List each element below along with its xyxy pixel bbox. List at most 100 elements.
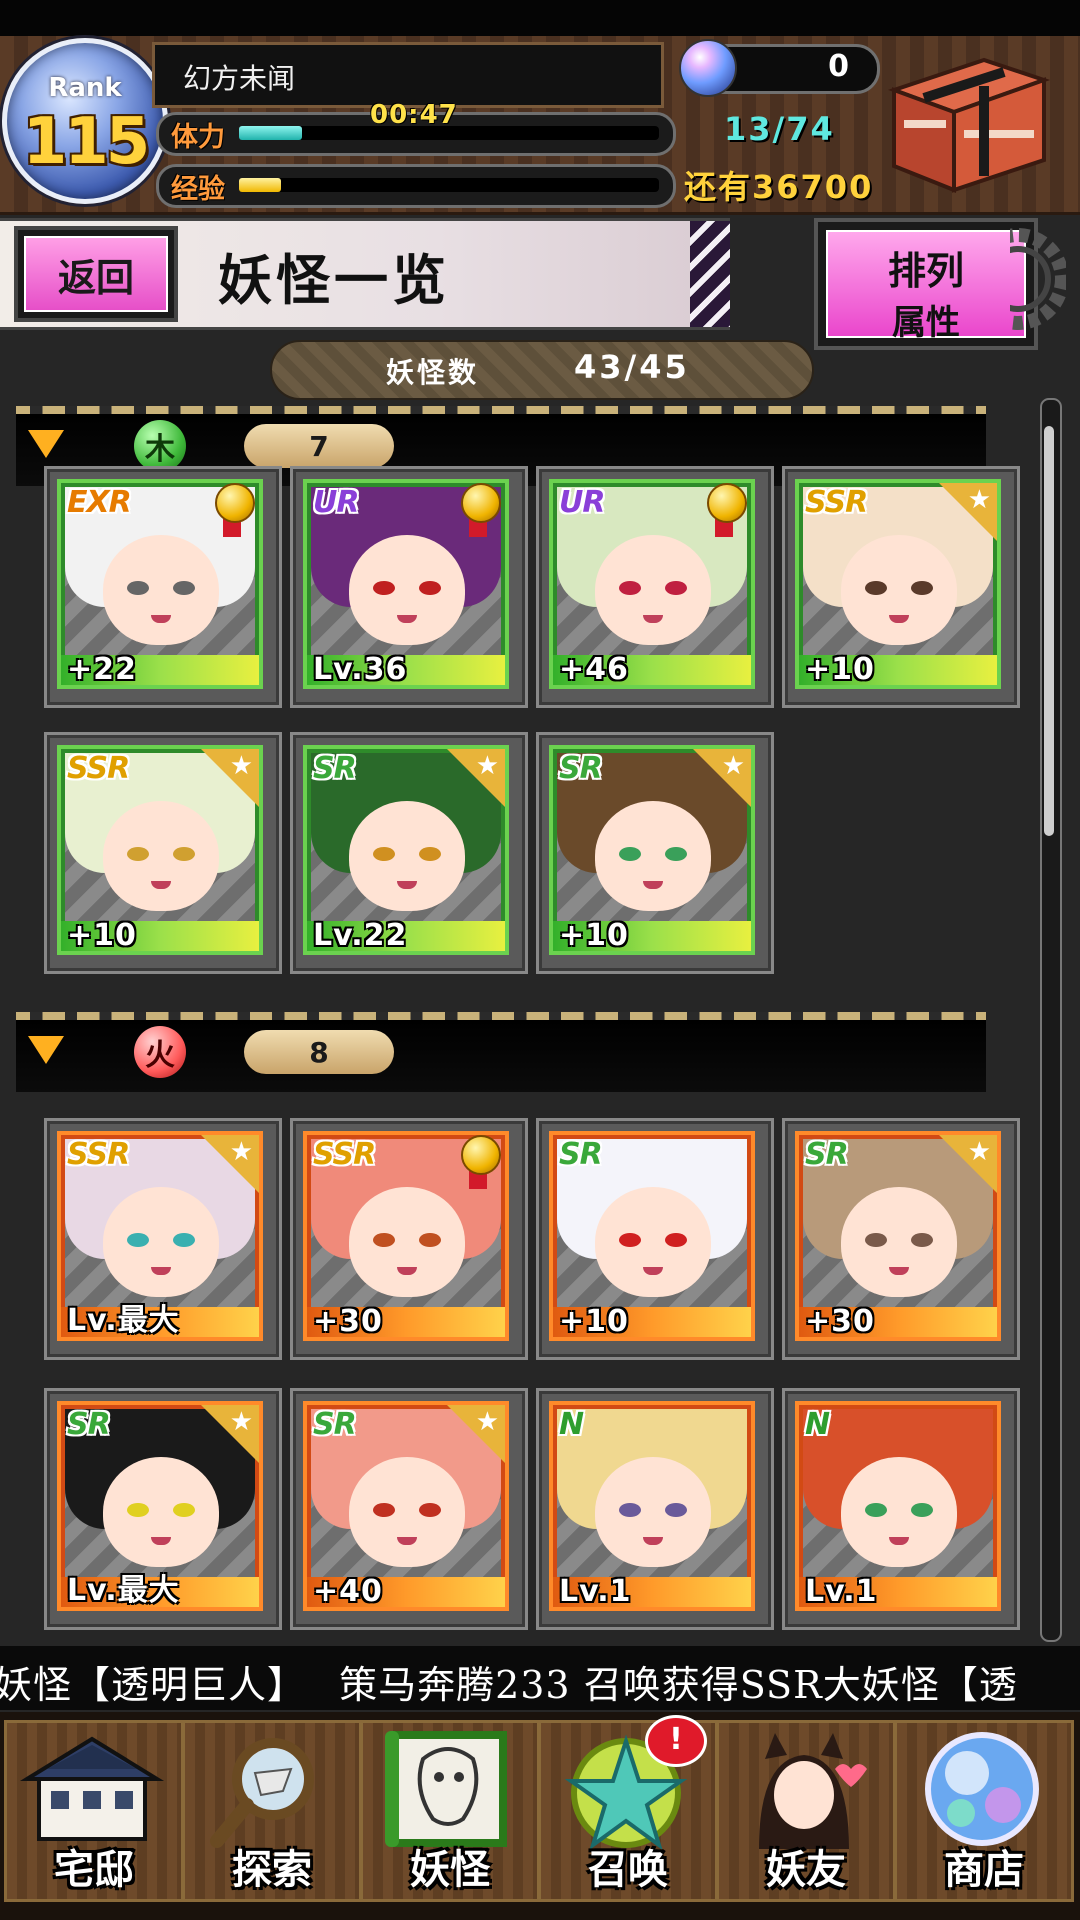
alert-badge: ! bbox=[645, 1715, 707, 1767]
medal-icon bbox=[459, 483, 501, 539]
rank-value: 115 bbox=[22, 105, 151, 179]
card-frame: ★ SSR +10 bbox=[57, 745, 263, 955]
treasure-chest-icon[interactable] bbox=[884, 50, 1054, 196]
orb-counter[interactable]: 0 bbox=[679, 39, 880, 97]
nav-friends[interactable]: 妖友 bbox=[716, 1720, 896, 1902]
monster-portrait bbox=[803, 1409, 993, 1577]
scroll-thumb[interactable] bbox=[1044, 426, 1054, 836]
rarity-label: N bbox=[805, 1407, 830, 1442]
nav-label: 妖怪 bbox=[410, 1846, 490, 1893]
collapse-arrow-icon[interactable] bbox=[28, 430, 64, 458]
rarity-label: SR bbox=[805, 1137, 849, 1172]
card-frame: ★ SSR +10 bbox=[795, 479, 1001, 689]
monster-card[interactable]: N Lv.1 bbox=[782, 1388, 1020, 1630]
group-header[interactable]: 火8 bbox=[16, 1012, 986, 1092]
house-icon bbox=[19, 1736, 165, 1841]
nav-summon[interactable]: ! 召唤 bbox=[538, 1715, 718, 1902]
card-frame: N Lv.1 bbox=[549, 1401, 755, 1611]
rarity-label: SR bbox=[559, 751, 603, 786]
magic-orb-icon bbox=[679, 39, 737, 97]
monster-card[interactable]: EXR +22 bbox=[44, 466, 282, 708]
monster-card[interactable]: SR +10 bbox=[536, 1118, 774, 1360]
rarity-label: SR bbox=[313, 1407, 357, 1442]
exp-bar: 经验 bbox=[156, 164, 676, 208]
group-count-pill: 7 bbox=[244, 424, 394, 468]
group-count: 8 bbox=[309, 1035, 329, 1069]
monster-portrait bbox=[557, 1409, 747, 1577]
collapse-arrow-icon[interactable] bbox=[28, 1036, 64, 1064]
rarity-label: N bbox=[559, 1407, 584, 1442]
card-frame: UR +46 bbox=[549, 479, 755, 689]
card-level: Lv.最大 bbox=[67, 1573, 180, 1608]
group-count: 7 bbox=[309, 429, 329, 463]
sort-label: 排列 bbox=[887, 248, 964, 293]
monster-card[interactable]: SSR +30 bbox=[290, 1118, 528, 1360]
card-level: Lv.1 bbox=[805, 1574, 878, 1609]
exp-fill bbox=[239, 178, 281, 192]
monster-card[interactable]: N Lv.1 bbox=[536, 1388, 774, 1630]
status-bar bbox=[0, 0, 1080, 36]
monster-card[interactable]: UR Lv.36 bbox=[290, 466, 528, 708]
gear-icon bbox=[1010, 228, 1066, 330]
rarity-label: UR bbox=[313, 485, 359, 520]
stamina-count: 13/74 bbox=[724, 110, 835, 148]
monster-card[interactable]: ★ SSR Lv.最大 bbox=[44, 1118, 282, 1360]
card-level: +10 bbox=[805, 652, 875, 687]
rarity-label: SSR bbox=[67, 1137, 130, 1172]
card-level: +46 bbox=[559, 652, 629, 687]
monster-card[interactable]: UR +46 bbox=[536, 466, 774, 708]
sort-button[interactable]: 排列 属性 bbox=[814, 218, 1038, 350]
card-level: Lv.22 bbox=[313, 918, 408, 953]
monster-card[interactable]: ★ SSR +10 bbox=[782, 466, 1020, 708]
nav-label: 商店 bbox=[944, 1846, 1024, 1893]
monster-card[interactable]: ★ SR Lv.最大 bbox=[44, 1388, 282, 1630]
monster-count-value: 43/45 bbox=[574, 348, 690, 386]
bottom-nav: 宅邸 探索 妖怪 ! 召唤 妖友 商店 bbox=[0, 1712, 1080, 1920]
star-icon: ★ bbox=[475, 751, 499, 781]
card-level: +22 bbox=[67, 652, 137, 687]
nav-label: 召唤 bbox=[588, 1846, 668, 1893]
monster-count-label: 妖怪数 bbox=[386, 356, 480, 389]
star-icon: ★ bbox=[967, 485, 991, 515]
monster-card[interactable]: ★ SR +10 bbox=[536, 732, 774, 974]
stamina-timer: 00:47 bbox=[370, 100, 458, 130]
card-frame: ★ SR +40 bbox=[303, 1401, 509, 1611]
nav-shop[interactable]: 商店 bbox=[894, 1720, 1074, 1902]
stamina-label: 体力 bbox=[171, 122, 225, 153]
rarity-label: SR bbox=[67, 1407, 111, 1442]
monster-card[interactable]: ★ SR +40 bbox=[290, 1388, 528, 1630]
level-bar: +46 bbox=[553, 652, 751, 687]
star-icon: ★ bbox=[229, 1137, 253, 1167]
card-level: +30 bbox=[313, 1304, 383, 1339]
nav-mansion[interactable]: 宅邸 bbox=[4, 1720, 184, 1902]
scrollbar[interactable] bbox=[1040, 398, 1062, 1642]
rarity-label: SSR bbox=[67, 751, 130, 786]
monster-card[interactable]: ★ SR +30 bbox=[782, 1118, 1020, 1360]
level-bar: +40 bbox=[307, 1574, 505, 1607]
orb-count: 0 bbox=[828, 49, 849, 84]
player-name: 幻方未闻 bbox=[183, 62, 296, 95]
rarity-label: UR bbox=[559, 485, 605, 520]
page-title: 妖怪一览 bbox=[218, 248, 450, 312]
back-label: 返回 bbox=[57, 254, 134, 300]
card-frame: ★ SR Lv.22 bbox=[303, 745, 509, 955]
monster-card[interactable]: ★ SR Lv.22 bbox=[290, 732, 528, 974]
card-level: Lv.1 bbox=[559, 1574, 632, 1609]
nav-monsters[interactable]: 妖怪 bbox=[360, 1720, 540, 1902]
card-frame: ★ SR +30 bbox=[795, 1131, 1001, 1341]
level-bar: +30 bbox=[307, 1304, 505, 1339]
player-header: Rank 115 幻方未闻 体力 00:47 经验 0 13/74 还有3670… bbox=[0, 36, 1080, 215]
rank-label: Rank bbox=[48, 73, 122, 103]
star-icon: ★ bbox=[229, 751, 253, 781]
level-bar: +10 bbox=[61, 918, 259, 951]
medal-icon bbox=[705, 483, 747, 539]
rarity-label: SR bbox=[559, 1137, 603, 1172]
nav-explore[interactable]: 探索 bbox=[182, 1720, 362, 1902]
back-button[interactable]: 返回 bbox=[14, 226, 178, 322]
monster-card[interactable]: ★ SSR +10 bbox=[44, 732, 282, 974]
group-count-pill: 8 bbox=[244, 1030, 394, 1074]
card-frame: SSR +30 bbox=[303, 1131, 509, 1341]
level-bar: Lv.1 bbox=[553, 1574, 751, 1609]
rank-badge[interactable]: Rank 115 bbox=[2, 38, 168, 204]
attribute-icon: 木 bbox=[134, 420, 186, 472]
